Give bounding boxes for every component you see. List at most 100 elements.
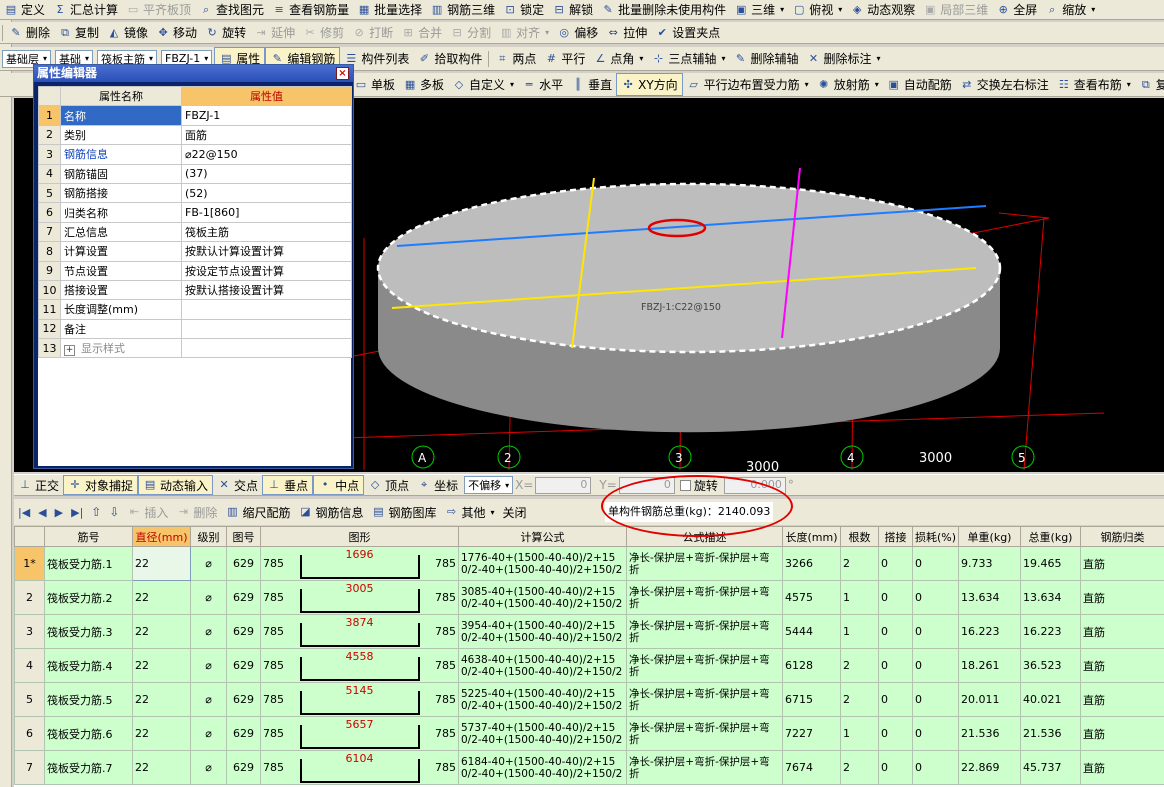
parallel-edge-button[interactable]: ▱ 平行边布置受力筋 ▾ — [683, 73, 813, 96]
property-value[interactable]: (52) — [181, 182, 352, 204]
total-weight-cell[interactable]: 19.465 — [1020, 546, 1081, 581]
loss-cell[interactable]: 0 — [912, 614, 959, 649]
chevron-down-icon[interactable]: ▾ — [875, 80, 879, 89]
unit-weight-cell[interactable]: 16.223 — [958, 614, 1021, 649]
count-cell[interactable]: 2 — [840, 682, 879, 717]
stretch-button[interactable]: ⇔ 拉伸 — [602, 22, 651, 43]
property-row[interactable]: 11 长度调整(mm) — [38, 299, 352, 320]
figure-no-cell[interactable]: 629 — [226, 682, 261, 717]
lap-cell[interactable]: 0 — [878, 682, 913, 717]
column-header[interactable]: 搭接 — [878, 526, 913, 547]
grip-button[interactable]: ✔ 设置夹点 — [651, 22, 724, 43]
lap-cell[interactable]: 0 — [878, 614, 913, 649]
property-value[interactable]: FB-1[860] — [181, 202, 352, 223]
y-input[interactable]: 0 — [618, 476, 675, 494]
delete-dimension-button[interactable]: ✕ 删除标注 ▾ — [802, 47, 884, 70]
chevron-down-icon[interactable]: ▾ — [491, 508, 495, 517]
align-slab-top-button[interactable]: ▭ 平齐板顶 — [122, 0, 195, 19]
property-value[interactable]: 按默认计算设置计算 — [181, 241, 352, 262]
property-editor-titlebar[interactable]: 属性编辑器 × — [34, 65, 353, 82]
property-value[interactable]: ⌀22@150 — [181, 144, 352, 165]
length-cell[interactable]: 7227 — [782, 716, 841, 751]
sum-button[interactable]: Σ 汇总计算 — [49, 0, 122, 19]
formula-cell[interactable]: 5737-40+(1500-40-40)/2+150/2-40+(1500-40… — [458, 716, 627, 751]
move-down-icon[interactable]: ⇩ — [105, 499, 123, 525]
formula-cell[interactable]: 6184-40+(1500-40-40)/2+150/2-40+(1500-40… — [458, 750, 627, 785]
close-icon[interactable]: × — [336, 67, 349, 80]
lap-cell[interactable]: 0 — [878, 648, 913, 683]
figure-no-cell[interactable]: 629 — [226, 648, 261, 683]
figure-no-cell[interactable]: 629 — [226, 546, 261, 581]
total-weight-cell[interactable]: 40.021 — [1020, 682, 1081, 717]
chevron-down-icon[interactable]: ▾ — [85, 54, 89, 63]
close-button[interactable]: 关闭 — [499, 499, 531, 525]
lap-cell[interactable]: 0 — [878, 580, 913, 615]
chevron-down-icon[interactable]: ▾ — [505, 481, 509, 490]
chevron-down-icon[interactable]: ▾ — [805, 80, 809, 89]
column-header[interactable]: 计算公式 — [458, 526, 627, 547]
bar-name-cell[interactable]: 筏板受力筋.7 — [44, 750, 133, 785]
loss-cell[interactable]: 0 — [912, 648, 959, 683]
rebar-3d-button[interactable]: ▥ 钢筋三维 — [426, 0, 499, 19]
extend-button[interactable]: ⇥ 延伸 — [250, 22, 299, 43]
parallel-button[interactable]: # 平行 — [540, 47, 589, 70]
formula-desc-cell[interactable]: 净长-保护层+弯折-保护层+弯折 — [626, 750, 783, 785]
first-icon[interactable]: |◀ — [14, 499, 34, 525]
property-value[interactable]: 筏板主筋 — [181, 221, 352, 243]
length-cell[interactable]: 6715 — [782, 682, 841, 717]
delete-axis-button[interactable]: ✎ 删除辅轴 — [729, 47, 802, 70]
coordinate-button[interactable]: ⌖ 坐标 — [413, 475, 462, 495]
column-header[interactable]: 直径(mm) — [132, 526, 191, 547]
property-row[interactable]: 3 钢筋信息 ⌀22@150 — [38, 144, 352, 165]
column-header[interactable]: 钢筋归类 — [1080, 526, 1164, 547]
midpoint-button[interactable]: • 中点 — [313, 475, 365, 495]
property-value[interactable] — [181, 318, 352, 340]
object-snap-button[interactable]: ✛ 对象捕捉 — [63, 475, 139, 495]
chevron-down-icon[interactable]: ▾ — [510, 80, 514, 89]
total-weight-cell[interactable]: 16.223 — [1020, 614, 1081, 649]
figure-no-cell[interactable]: 629 — [226, 580, 261, 615]
shape-cell[interactable]: 785 5145 785 — [260, 682, 459, 717]
table-row[interactable]: 2 筏板受力筋.2 22 ⌀ 629 785 3005 785 3085-40+(1500-40… — [14, 580, 1164, 615]
unlock-button[interactable]: ⊟ 解锁 — [548, 0, 597, 19]
property-value[interactable]: FBZJ-1 — [181, 105, 352, 126]
count-cell[interactable]: 2 — [840, 546, 879, 581]
bar-name-cell[interactable]: 筏板受力筋.4 — [44, 648, 133, 683]
dynamic-input-button[interactable]: ▤ 动态输入 — [138, 475, 214, 495]
vertex-button[interactable]: ◇ 顶点 — [364, 475, 413, 495]
grade-cell[interactable]: ⌀ — [190, 682, 227, 717]
lap-cell[interactable]: 0 — [878, 716, 913, 751]
move-button[interactable]: ✥ 移动 — [152, 22, 201, 43]
horizontal-button[interactable]: ═ 水平 — [518, 73, 567, 96]
delete-button[interactable]: ✎ 删除 — [5, 22, 54, 43]
column-header[interactable]: 长度(mm) — [782, 526, 841, 547]
count-cell[interactable]: 2 — [840, 648, 879, 683]
rebar-class-cell[interactable]: 直筋 — [1080, 648, 1164, 683]
formula-desc-cell[interactable]: 净长-保护层+弯折-保护层+弯折 — [626, 682, 783, 717]
pick-component-button[interactable]: ✐ 拾取构件 — [413, 47, 486, 70]
diameter-cell[interactable]: 22 — [132, 648, 191, 683]
grade-cell[interactable]: ⌀ — [190, 614, 227, 649]
perpendicular-button[interactable]: ⊥ 垂点 — [262, 475, 314, 495]
intersection-button[interactable]: ✕ 交点 — [213, 475, 262, 495]
rebar-class-cell[interactable]: 直筋 — [1080, 546, 1164, 581]
diameter-cell[interactable]: 22 — [132, 614, 191, 649]
shape-cell[interactable]: 785 4558 785 — [260, 648, 459, 683]
prev-icon[interactable]: ◀ — [34, 499, 50, 525]
last-icon[interactable]: ▶| — [67, 499, 87, 525]
shape-cell[interactable]: 785 3874 785 — [260, 614, 459, 649]
bar-name-cell[interactable]: 筏板受力筋.3 — [44, 614, 133, 649]
count-cell[interactable]: 1 — [840, 716, 879, 751]
swap-label-button[interactable]: ⇄ 交换左右标注 — [956, 73, 1053, 96]
xy-direction-button[interactable]: ✣ XY方向 — [616, 73, 683, 96]
property-row[interactable]: 8 计算设置 按默认计算设置计算 — [38, 241, 352, 262]
copy-button[interactable]: ⧉ 复制 — [54, 22, 103, 43]
figure-no-cell[interactable]: 629 — [226, 614, 261, 649]
rebar-class-cell[interactable]: 直筋 — [1080, 750, 1164, 785]
rebar-class-cell[interactable]: 直筋 — [1080, 682, 1164, 717]
count-cell[interactable]: 1 — [840, 614, 879, 649]
table-row[interactable]: 7 筏板受力筋.7 22 ⌀ 629 785 6104 785 6184-40+(1500-40… — [14, 750, 1164, 785]
rebar-class-cell[interactable]: 直筋 — [1080, 716, 1164, 751]
length-cell[interactable]: 5444 — [782, 614, 841, 649]
rotate-button[interactable]: ↻ 旋转 — [201, 22, 250, 43]
